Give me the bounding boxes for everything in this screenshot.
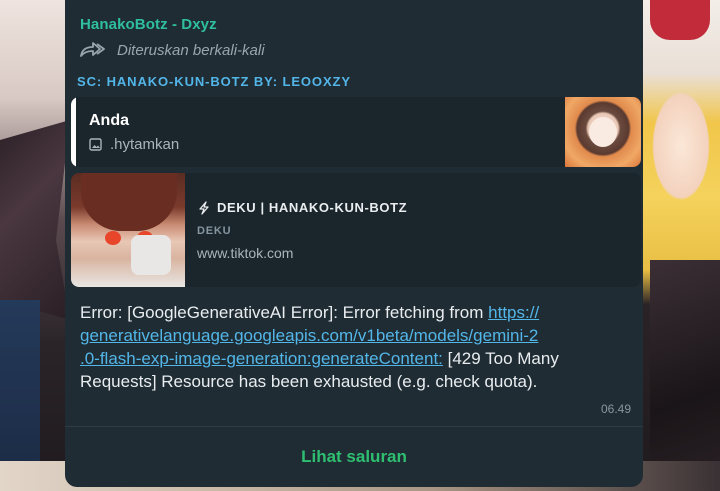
thumbnail-eye-left bbox=[105, 231, 121, 245]
quoted-image-thumbnail bbox=[565, 97, 641, 167]
thumbnail-hair bbox=[81, 173, 177, 231]
message-text-suffix-line4: Requests] Resource has been exhausted (e… bbox=[80, 372, 538, 391]
link-preview-thumbnail bbox=[71, 173, 185, 287]
wallpaper-right-accent bbox=[650, 0, 710, 40]
message-text-prefix: Error: [GoogleGenerativeAI Error]: Error… bbox=[80, 303, 489, 322]
image-icon bbox=[89, 138, 102, 151]
message-link-line3: .0-flash-exp-image-generation:generateCo… bbox=[80, 349, 443, 368]
quoted-text: .hytamkan bbox=[110, 136, 180, 153]
link-preview-title-row: DEKU | HANAKO-KUN-BOTZ bbox=[197, 200, 407, 215]
bolt-icon bbox=[199, 200, 209, 215]
thumbnail-mask bbox=[131, 235, 171, 275]
forwarded-indicator: Diteruskan berkali-kali bbox=[79, 40, 265, 60]
channel-title: SC: HANAKO-KUN-BOTZ BY: LEOOXZY bbox=[77, 74, 351, 89]
sender-name[interactable]: HanakoBotz - Dxyz bbox=[80, 16, 217, 33]
wallpaper-right-character bbox=[646, 80, 716, 200]
quoted-message[interactable]: Anda .hytamkan bbox=[71, 97, 641, 167]
quote-accent-bar bbox=[71, 97, 76, 167]
link-preview-domain: www.tiktok.com bbox=[197, 245, 294, 261]
view-channel-button[interactable]: Lihat saluran bbox=[65, 427, 643, 487]
quoted-content: .hytamkan bbox=[89, 136, 179, 153]
message-body: Error: [GoogleGenerativeAI Error]: Error… bbox=[80, 301, 625, 393]
forwarded-label: Diteruskan berkali-kali bbox=[117, 41, 265, 59]
message-timestamp: 06.49 bbox=[600, 402, 631, 416]
message-link-line1: https:// bbox=[488, 303, 540, 322]
forwarded-many-icon bbox=[80, 42, 105, 57]
wallpaper-right-shadow bbox=[650, 260, 720, 491]
link-preview-card[interactable]: DEKU | HANAKO-KUN-BOTZ DEKU www.tiktok.c… bbox=[71, 173, 641, 287]
link-preview-title: DEKU | HANAKO-KUN-BOTZ bbox=[217, 200, 408, 215]
message-text-suffix-line3: [429 Too Many bbox=[442, 349, 559, 368]
quoted-author: Anda bbox=[89, 112, 129, 129]
link-preview-description: DEKU bbox=[197, 225, 232, 237]
message-link-line2: generativelanguage.googleapis.com/v1beta… bbox=[80, 326, 539, 345]
message-bubble[interactable]: HanakoBotz - Dxyz Diteruskan berkali-kal… bbox=[65, 0, 643, 487]
